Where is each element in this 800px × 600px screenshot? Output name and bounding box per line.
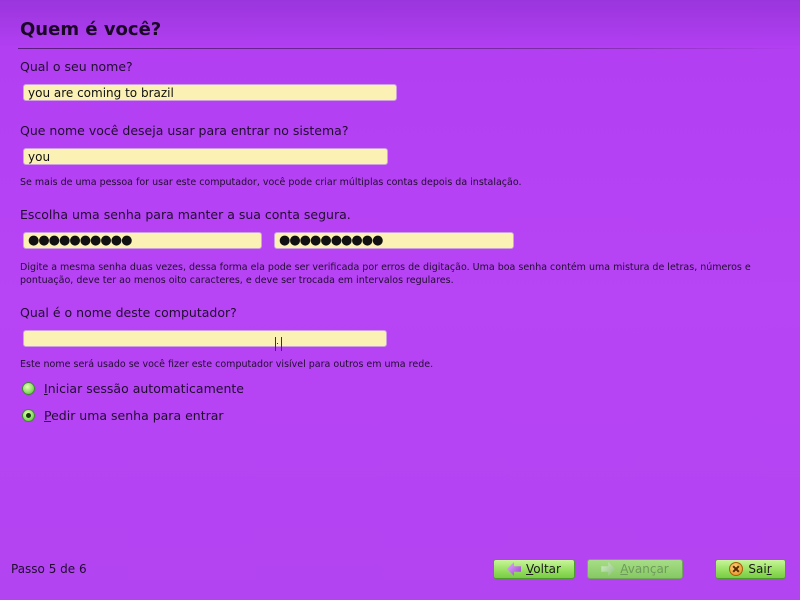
hostname-label: Qual é o nome deste computador? xyxy=(20,305,237,320)
password-confirm-mask: ●●●●●●●●●● xyxy=(279,233,383,248)
step-indicator: Passo 5 de 6 xyxy=(11,562,87,576)
auto-login-option[interactable]: Iniciar sessão automaticamente xyxy=(22,381,244,396)
close-icon xyxy=(729,562,744,576)
back-arrow-icon xyxy=(507,562,522,576)
password-input[interactable]: ●●●●●●●●●● xyxy=(23,232,262,249)
hostname-help-text: Este nome será usado se você fizer este … xyxy=(20,359,434,370)
forward-button-label: Avançar xyxy=(620,562,669,576)
password-login-radio[interactable] xyxy=(22,409,35,422)
password-help-text: Digite a mesma senha duas vezes, dessa f… xyxy=(20,262,751,286)
username-label: Que nome você deseja usar para entrar no… xyxy=(20,123,349,138)
back-button[interactable]: Voltar xyxy=(493,559,575,579)
quit-button[interactable]: Sair xyxy=(715,559,786,579)
page-title: Quem é você? xyxy=(20,19,162,40)
full-name-input[interactable] xyxy=(23,84,397,101)
forward-arrow-icon xyxy=(601,562,616,576)
auto-login-radio[interactable] xyxy=(22,382,35,395)
forward-button[interactable]: Avançar xyxy=(587,559,683,579)
hostname-input[interactable] xyxy=(23,330,387,347)
password-login-label: Pedir uma senha para entrar xyxy=(44,408,224,423)
password-confirm-input[interactable]: ●●●●●●●●●● xyxy=(274,232,514,249)
quit-button-label: Sair xyxy=(748,562,772,576)
title-divider xyxy=(18,48,800,49)
text-cursor-icon xyxy=(275,337,282,351)
username-input[interactable] xyxy=(23,148,388,165)
name-label: Qual o seu nome? xyxy=(20,59,133,74)
username-help-text: Se mais de uma pessoa for usar este comp… xyxy=(20,177,522,188)
password-login-option[interactable]: Pedir uma senha para entrar xyxy=(22,408,224,423)
password-label: Escolha uma senha para manter a sua cont… xyxy=(20,207,351,222)
password-mask: ●●●●●●●●●● xyxy=(28,233,132,248)
auto-login-label: Iniciar sessão automaticamente xyxy=(44,381,244,396)
back-button-label: Voltar xyxy=(526,562,561,576)
